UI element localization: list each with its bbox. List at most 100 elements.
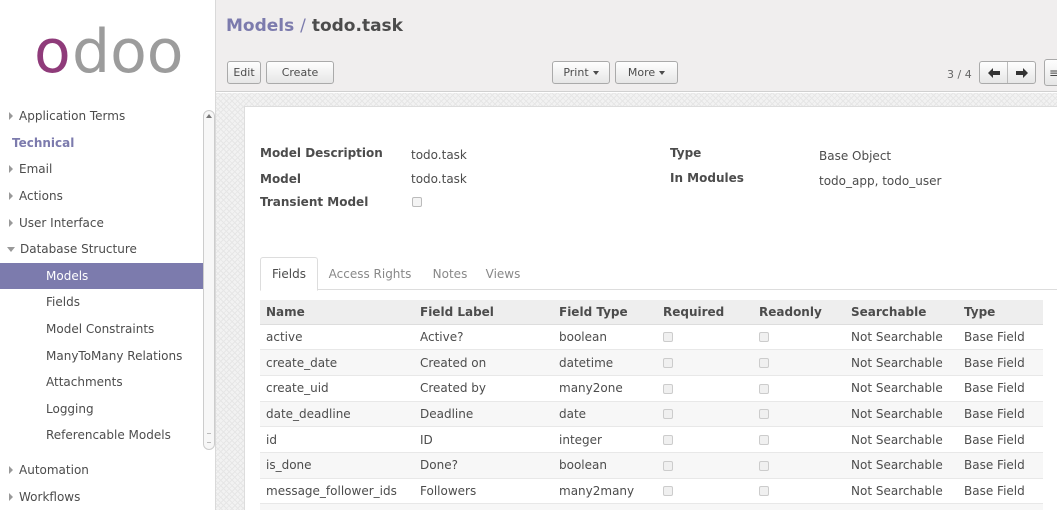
model-label: Model: [260, 172, 302, 186]
column-header-field-type[interactable]: Field Type: [553, 300, 657, 325]
sidebar-item-label: Models: [46, 268, 89, 283]
readonly-checkbox: [759, 409, 769, 420]
sidebar-item-label: Fields: [46, 295, 80, 310]
cell-required: [657, 323, 753, 350]
in-modules-value: todo_app, todo_user: [819, 174, 942, 188]
pager-value[interactable]: 3 / 4: [947, 68, 972, 81]
column-header-name[interactable]: Name: [260, 300, 414, 325]
caret-right-icon: [9, 492, 13, 501]
table-row[interactable]: message_idsMessagesone2many Not Searchabl…: [260, 503, 1043, 510]
sidebar-item-label: Automation: [19, 463, 89, 478]
readonly-checkbox: [759, 383, 769, 394]
cell-field-type: integer: [553, 426, 657, 453]
arrow-right-icon[interactable]: [1007, 62, 1035, 83]
cell-searchable: Not Searchable: [845, 374, 958, 402]
sidebar: o doo Application Terms Technical Email Act…: [0, 0, 216, 510]
required-checkbox: [663, 486, 673, 497]
sidebar-item-automation[interactable]: Automation: [0, 457, 205, 484]
table-row[interactable]: create_uid Created by many2one Not Searchab…: [260, 374, 1043, 402]
table-row[interactable]: id ID integer Not Searchable Base Field: [260, 426, 1043, 453]
cell-searchable: Not Searchable: [845, 400, 958, 427]
required-checkbox: [663, 332, 673, 343]
sidebar-item-user-interface[interactable]: User Interface: [0, 209, 205, 236]
table-row[interactable]: is_done Done? boolean Not Searchable Base Fi…: [260, 451, 1043, 479]
column-header-readonly[interactable]: Readonly: [753, 300, 845, 325]
chevron-down-icon: [659, 70, 666, 75]
tab-access-rights[interactable]: Access Rights: [323, 257, 417, 290]
sidebar-item-database-structure[interactable]: Database Structure: [0, 236, 205, 263]
sidebar-item-models[interactable]: Models: [0, 262, 205, 290]
notebook-tabs: Fields Access Rights Notes Views: [260, 257, 1057, 291]
sidebar-item-fields[interactable]: Fields: [0, 289, 205, 316]
scroll-grip-icon[interactable]: [207, 433, 211, 443]
cell-field-label: Followers: [414, 477, 553, 504]
cell-field-label: ID: [414, 426, 553, 453]
sidebar-item-model-constraints[interactable]: Model Constraints: [0, 316, 205, 343]
cell-required: [657, 374, 753, 402]
cell-name: active: [260, 323, 414, 350]
chevron-down-icon: [592, 70, 599, 75]
cell-field-type: one2many: [553, 503, 657, 510]
required-checkbox: [663, 460, 673, 471]
column-header-field-label[interactable]: Field Label: [414, 300, 553, 325]
readonly-checkbox: [759, 486, 769, 497]
scroll-up-icon[interactable]: [206, 114, 212, 118]
sidebar-item-email[interactable]: Email: [0, 156, 205, 183]
cell-readonly: [753, 477, 845, 504]
transient-model-label: Transient Model: [260, 195, 369, 209]
list-view-icon[interactable]: ≡: [1044, 59, 1057, 86]
cell-type: Base Field: [958, 349, 1043, 376]
arrow-left-icon[interactable]: [980, 62, 1007, 83]
sidebar-item-workflows[interactable]: Workflows: [0, 483, 205, 510]
logo-letter-o: o: [34, 20, 71, 84]
sidebar-item-actions[interactable]: Actions: [0, 183, 205, 210]
cell-searchable: Not Searchable: [845, 323, 958, 350]
cell-readonly: [753, 451, 845, 479]
column-header-required[interactable]: Required: [657, 300, 753, 325]
cell-searchable: Not Searchable: [845, 426, 958, 453]
tab-views[interactable]: Views: [480, 257, 526, 290]
edit-button[interactable]: Edit: [227, 61, 261, 84]
table-row[interactable]: active Active? boolean Not Searchable Base F…: [260, 323, 1043, 350]
cell-field-label: Active?: [414, 323, 553, 350]
create-button[interactable]: Create: [266, 61, 334, 84]
pager-buttons: [979, 61, 1036, 84]
tab-fields[interactable]: Fields: [260, 257, 318, 291]
column-header-searchable[interactable]: Searchable: [845, 300, 958, 325]
cell-required: [657, 349, 753, 376]
cell-name: id: [260, 426, 414, 453]
print-button[interactable]: Print: [552, 61, 610, 84]
caret-right-icon: [9, 192, 13, 201]
sidebar-item-logging[interactable]: Logging: [0, 396, 205, 423]
cell-searchable: Not Searchable: [845, 503, 958, 510]
sidebar-scrollbar[interactable]: [203, 110, 215, 450]
readonly-checkbox: [759, 460, 769, 471]
odoo-logo[interactable]: o doo: [34, 20, 194, 84]
readonly-checkbox: [759, 358, 769, 369]
sidebar-item-manytomany-relations[interactable]: ManyToMany Relations: [0, 342, 205, 369]
more-button[interactable]: More: [615, 61, 678, 84]
breadcrumb: Models / todo.task: [226, 16, 403, 36]
sidebar-item-label: Technical: [12, 135, 75, 150]
sidebar-item-attachments[interactable]: Attachments: [0, 369, 205, 396]
tab-notes[interactable]: Notes: [426, 257, 474, 290]
table-row[interactable]: message_follower_ids Followers many2many No…: [260, 477, 1043, 504]
cell-required: [657, 503, 753, 510]
table-row[interactable]: date_deadline Deadline date Not Searchable B…: [260, 400, 1043, 427]
breadcrumb-parent-link[interactable]: Models: [226, 16, 294, 36]
readonly-checkbox: [759, 332, 769, 343]
table-row[interactable]: create_date Created on datetime Not Searcha…: [260, 349, 1043, 376]
more-button-label: More: [627, 66, 656, 79]
content-area: Model Description todo.task Model todo.t…: [216, 93, 1057, 510]
column-header-type[interactable]: Type: [958, 300, 1043, 325]
breadcrumb-current: todo.task: [311, 16, 403, 36]
sidebar-item-technical: Technical: [0, 130, 205, 157]
sidebar-item-application-terms[interactable]: Application Terms: [0, 103, 205, 130]
sidebar-item-label: Actions: [19, 189, 63, 204]
cell-searchable: Not Searchable: [845, 451, 958, 479]
sidebar-item-label: Application Terms: [19, 109, 126, 124]
sidebar-item-referencable-models[interactable]: Referencable Models: [0, 422, 205, 449]
cell-readonly: [753, 426, 845, 453]
form-sheet: Model Description todo.task Model todo.t…: [244, 106, 1057, 510]
